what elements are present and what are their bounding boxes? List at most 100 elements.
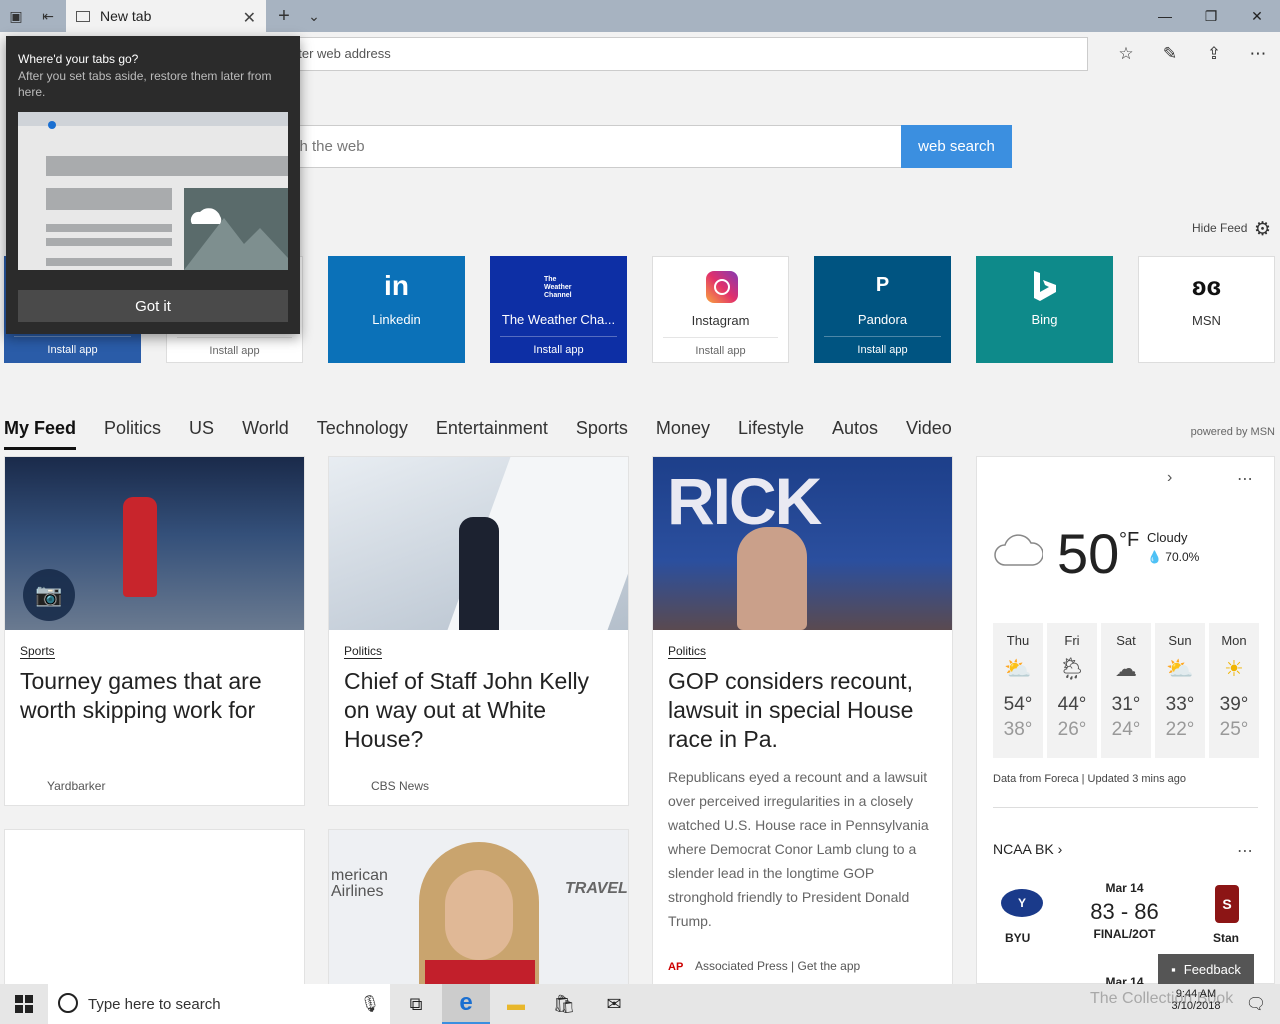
tab-lifestyle[interactable]: Lifestyle bbox=[738, 418, 804, 450]
card-source[interactable]: Associated Press | Get the app bbox=[695, 959, 860, 973]
minimize-button[interactable]: — bbox=[1142, 0, 1188, 32]
card-category[interactable]: Sports bbox=[20, 644, 55, 659]
install-app-link[interactable]: Install app bbox=[14, 336, 131, 363]
got-it-button[interactable]: Got it bbox=[18, 290, 288, 322]
tab-technology[interactable]: Technology bbox=[317, 418, 408, 450]
clock[interactable]: 9:44 AM 3/10/2018 bbox=[1166, 988, 1226, 1012]
news-card[interactable]: RICK Politics GOP considers recount, law… bbox=[652, 456, 953, 986]
top-site-pandora[interactable]: P Pandora Install app bbox=[814, 256, 951, 363]
plus-icon[interactable]: + bbox=[268, 0, 300, 32]
microphone-icon[interactable]: 🎙 bbox=[360, 994, 380, 1014]
tile-label: MSN bbox=[1192, 313, 1221, 328]
cloud-icon: ☁ bbox=[1115, 656, 1137, 681]
news-image bbox=[329, 457, 628, 630]
windows-start-icon[interactable] bbox=[0, 984, 48, 1024]
tab-video[interactable]: Video bbox=[906, 418, 952, 450]
humidity: 💧 70.0% bbox=[1147, 550, 1200, 564]
set-tabs-aside-icon[interactable]: ⇤ bbox=[32, 0, 64, 32]
linkedin-logo: in bbox=[384, 270, 409, 301]
instagram-icon bbox=[706, 271, 738, 303]
taskbar: Type here to search 🎙 ⧉ e ▬ 🛍 ✉ The Coll… bbox=[0, 984, 1280, 1024]
card-source: CBS News bbox=[371, 779, 430, 793]
gear-icon[interactable]: ⚙ bbox=[1254, 218, 1271, 241]
store-icon[interactable]: 🛍 bbox=[540, 984, 588, 1024]
pen-icon[interactable]: ✎ bbox=[1150, 38, 1190, 70]
feedback-button[interactable]: ▪ Feedback bbox=[1158, 954, 1254, 984]
web-search-button[interactable]: web search bbox=[901, 125, 1012, 168]
current-temperature: 50 bbox=[1057, 522, 1120, 585]
cloud-icon bbox=[994, 534, 1043, 566]
news-card[interactable]: Politics Chief of Staff John Kelly on wa… bbox=[328, 456, 629, 806]
news-card[interactable] bbox=[4, 829, 305, 986]
sun-icon: ☀ bbox=[1224, 656, 1244, 681]
popup-body: After you set tabs aside, restore them l… bbox=[18, 69, 272, 99]
more-icon[interactable]: ⋯ bbox=[1238, 38, 1278, 70]
temperature-unit[interactable]: °F bbox=[1119, 529, 1139, 552]
tile-label: The Weather Cha... bbox=[501, 312, 616, 327]
sports-league[interactable]: NCAA BK › bbox=[993, 841, 1062, 857]
tile-label: Bing bbox=[1031, 312, 1058, 327]
tab-entertainment[interactable]: Entertainment bbox=[436, 418, 548, 450]
tab-sports[interactable]: Sports bbox=[576, 418, 628, 450]
install-app-link[interactable]: Install app bbox=[500, 336, 617, 363]
search-icon bbox=[58, 993, 78, 1013]
msn-butterfly-icon: ʚɞ bbox=[1191, 271, 1222, 301]
popup-title: Where'd your tabs go? bbox=[18, 52, 139, 66]
tab-world[interactable]: World bbox=[242, 418, 289, 450]
forecast-day[interactable]: Fri 🌦 44° 26° bbox=[1047, 623, 1097, 758]
weather-footer[interactable]: Data from Foreca | Updated 3 mins ago bbox=[993, 773, 1186, 785]
card-source: Yardbarker bbox=[47, 779, 106, 793]
top-site-instagram[interactable]: Instagram Install app bbox=[652, 256, 789, 363]
card-title[interactable]: Chief of Staff John Kelly on way out at … bbox=[344, 667, 613, 754]
edge-icon[interactable]: e bbox=[442, 984, 490, 1024]
close-icon[interactable]: ✕ bbox=[243, 8, 256, 28]
top-site-bing[interactable]: Bing bbox=[976, 256, 1113, 363]
install-app-link[interactable]: Install app bbox=[824, 336, 941, 363]
tab-autos[interactable]: Autos bbox=[832, 418, 878, 450]
tab-money[interactable]: Money bbox=[656, 418, 710, 450]
tab-politics[interactable]: Politics bbox=[104, 418, 161, 450]
tab-my-feed[interactable]: My Feed bbox=[4, 418, 77, 450]
close-window-button[interactable]: ✕ bbox=[1234, 0, 1280, 32]
restore-button[interactable]: ❐ bbox=[1188, 0, 1234, 32]
forecast-day[interactable]: Sun ⛅ 33° 22° bbox=[1155, 623, 1205, 758]
pandora-logo: P bbox=[875, 274, 890, 296]
news-card[interactable]: 📷 Sports Tourney games that are worth sk… bbox=[4, 456, 305, 806]
hide-feed-link[interactable]: Hide Feed bbox=[1192, 221, 1247, 235]
forecast-day[interactable]: Thu ⛅ 54° 38° bbox=[993, 623, 1043, 758]
travel-text-image: TRAVELL bbox=[565, 880, 628, 897]
forecast-day[interactable]: Mon ☀ 39° 25° bbox=[1209, 623, 1259, 758]
card-title[interactable]: Tourney games that are worth skipping wo… bbox=[20, 667, 289, 725]
notifications-icon[interactable]: 🗨 bbox=[1232, 984, 1280, 1024]
tabs-aside-icon[interactable]: ▣ bbox=[0, 0, 32, 32]
card-category[interactable]: Politics bbox=[668, 644, 707, 659]
install-app-link[interactable]: Install app bbox=[663, 337, 778, 362]
mail-icon[interactable]: ✉ bbox=[590, 984, 638, 1024]
top-site-msn[interactable]: ʚɞ MSN bbox=[1138, 256, 1275, 363]
ap-logo-icon: AP bbox=[668, 961, 684, 973]
news-image: RICK bbox=[653, 457, 952, 630]
tab-new-tab[interactable]: New tab ✕ bbox=[66, 0, 266, 32]
more-icon[interactable]: ⋯ bbox=[1237, 469, 1253, 489]
taskbar-search-input[interactable]: Type here to search 🎙 bbox=[48, 984, 390, 1024]
card-title[interactable]: GOP considers recount, lawsuit in specia… bbox=[668, 667, 937, 754]
tab-us[interactable]: US bbox=[189, 418, 214, 450]
more-icon[interactable]: ⋯ bbox=[1237, 841, 1253, 861]
share-icon[interactable]: ⇪ bbox=[1194, 38, 1234, 70]
news-image: 📷 bbox=[5, 457, 304, 630]
weather-condition: Cloudy bbox=[1147, 530, 1188, 545]
favorites-icon[interactable]: ☆ bbox=[1106, 38, 1146, 70]
news-card[interactable]: mericanAirlines TRAVELL bbox=[328, 829, 629, 986]
address-input[interactable]: nter web address bbox=[190, 37, 1088, 71]
forecast-day[interactable]: Sat ☁ 31° 24° bbox=[1101, 623, 1151, 758]
chevron-down-icon[interactable]: ⌄ bbox=[298, 0, 330, 32]
tile-label: Instagram bbox=[691, 313, 750, 328]
bing-logo-icon bbox=[1034, 271, 1056, 301]
chevron-right-icon[interactable]: › bbox=[1167, 469, 1172, 487]
task-view-icon[interactable]: ⧉ bbox=[392, 984, 440, 1024]
top-site-weather-channel[interactable]: The Weather Channel The Weather Cha... I… bbox=[490, 256, 627, 363]
card-category[interactable]: Politics bbox=[344, 644, 383, 659]
install-app-link[interactable]: Install app bbox=[177, 337, 292, 362]
top-site-linkedin[interactable]: in Linkedin bbox=[328, 256, 465, 363]
folder-icon[interactable]: ▬ bbox=[492, 984, 540, 1024]
